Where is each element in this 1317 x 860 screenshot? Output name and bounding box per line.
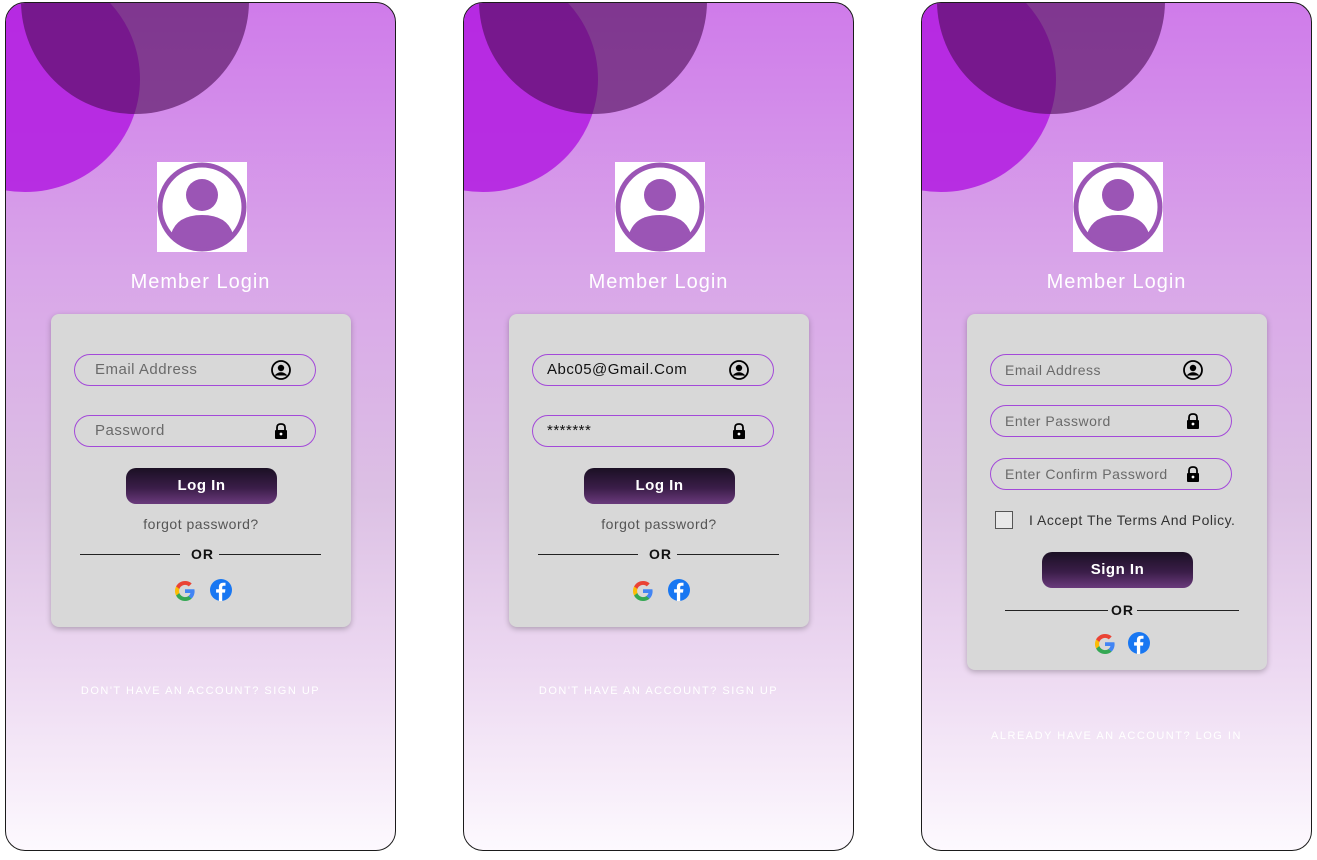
user-avatar-icon	[157, 162, 247, 252]
or-divider: OR	[1005, 602, 1239, 618]
login-card: Abc05@Gmail.Com ******* Log In forgot pa…	[509, 314, 809, 627]
confirm-password-field[interactable]: Enter Confirm Password	[990, 458, 1232, 490]
email-placeholder: Email Address	[1005, 362, 1101, 378]
email-placeholder: Email Address	[95, 361, 198, 378]
signup-card: Email Address Enter Password Enter Confi…	[967, 314, 1267, 670]
facebook-icon[interactable]	[1127, 631, 1151, 655]
facebook-icon[interactable]	[209, 578, 233, 602]
signup-prompt-link[interactable]: DON'T HAVE AN ACCOUNT? SIGN UP	[6, 685, 395, 697]
login-button[interactable]: Log In	[584, 468, 735, 504]
or-divider: OR	[538, 546, 779, 562]
user-avatar-icon	[1073, 162, 1163, 252]
or-divider: OR	[80, 546, 321, 562]
signin-button[interactable]: Sign In	[1042, 552, 1193, 588]
forgot-password-link[interactable]: forgot password?	[509, 516, 809, 532]
accept-terms-label: I Accept The Terms And Policy.	[1029, 512, 1236, 528]
user-circle-icon	[1183, 360, 1203, 380]
page-title: Member Login	[1046, 271, 1187, 293]
login-screen-filled: Member Login Abc05@Gmail.Com ******* Log…	[463, 2, 854, 851]
or-label: OR	[649, 546, 672, 562]
or-label: OR	[1111, 602, 1134, 618]
password-field[interactable]: Enter Password	[990, 405, 1232, 437]
signup-prompt-link[interactable]: DON'T HAVE AN ACCOUNT? SIGN UP	[464, 685, 853, 697]
login-prompt-link[interactable]: ALREADY HAVE AN ACCOUNT? LOG IN	[922, 730, 1311, 742]
password-field[interactable]: Password	[74, 415, 316, 447]
user-circle-icon	[729, 360, 749, 380]
google-icon[interactable]	[1093, 632, 1117, 656]
password-placeholder: Password	[95, 422, 165, 439]
login-button[interactable]: Log In	[126, 468, 277, 504]
password-placeholder: Enter Password	[1005, 413, 1111, 429]
user-circle-icon	[271, 360, 291, 380]
email-field[interactable]: Abc05@Gmail.Com	[532, 354, 774, 386]
facebook-icon[interactable]	[667, 578, 691, 602]
lock-icon	[1183, 411, 1203, 431]
lock-icon	[729, 421, 749, 441]
email-field[interactable]: Email Address	[74, 354, 316, 386]
google-icon[interactable]	[631, 579, 655, 603]
signup-screen: Member Login Email Address Enter Passwor…	[921, 2, 1312, 851]
email-field[interactable]: Email Address	[990, 354, 1232, 386]
email-value: Abc05@Gmail.Com	[547, 361, 688, 378]
forgot-password-link[interactable]: forgot password?	[51, 516, 351, 532]
login-card: Email Address Password Log In forgot pas…	[51, 314, 351, 627]
page-title: Member Login	[588, 271, 729, 293]
password-value: *******	[547, 422, 592, 439]
or-label: OR	[191, 546, 214, 562]
password-field[interactable]: *******	[532, 415, 774, 447]
lock-icon	[271, 421, 291, 441]
lock-icon	[1183, 464, 1203, 484]
user-avatar-icon	[615, 162, 705, 252]
login-screen-empty: Member Login Email Address Password Log …	[5, 2, 396, 851]
google-icon[interactable]	[173, 579, 197, 603]
page-title: Member Login	[130, 271, 271, 293]
accept-terms-checkbox[interactable]	[995, 511, 1013, 529]
confirm-password-placeholder: Enter Confirm Password	[1005, 466, 1168, 482]
